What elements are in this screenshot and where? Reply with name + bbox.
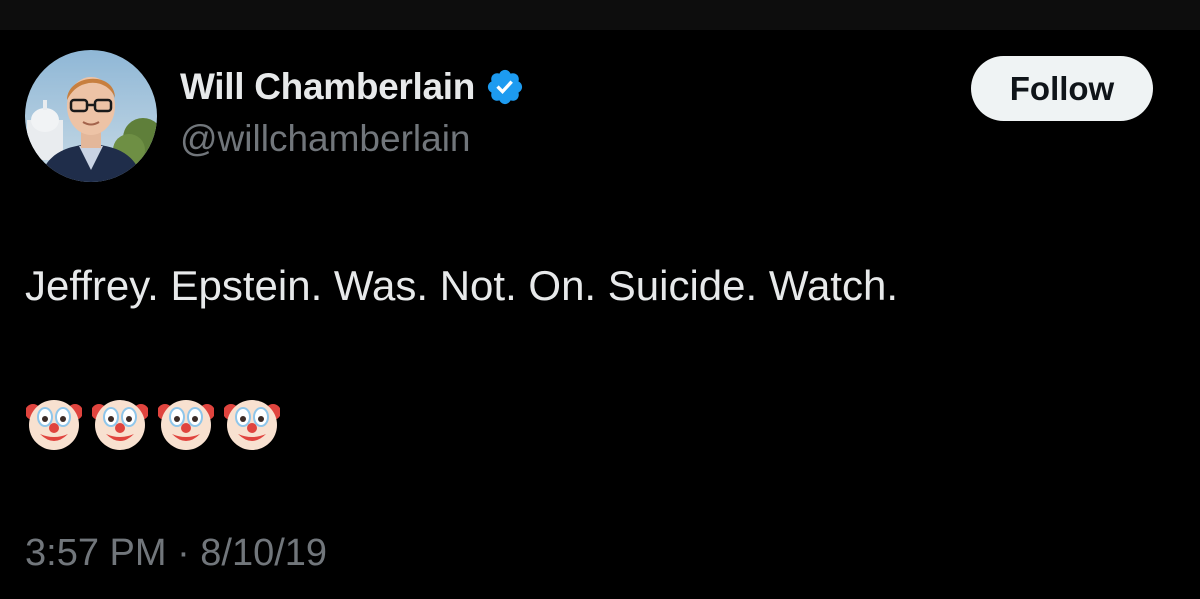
emoji-row	[26, 394, 280, 452]
tweet-timestamp[interactable]: 3:57 PM · 8/10/19	[25, 532, 327, 575]
author-handle[interactable]: @willchamberlain	[180, 118, 471, 160]
verified-badge-icon	[487, 69, 523, 105]
follow-button[interactable]: Follow	[971, 56, 1153, 121]
clown-face-emoji-icon	[26, 400, 82, 450]
profile-photo-icon	[25, 50, 157, 182]
top-band	[0, 0, 1200, 30]
author-display-name[interactable]: Will Chamberlain	[180, 66, 475, 108]
clown-face-emoji-icon	[92, 400, 148, 450]
avatar[interactable]	[25, 50, 157, 182]
clown-face-emoji-icon	[158, 400, 214, 450]
author-name-row[interactable]: Will Chamberlain	[180, 62, 525, 112]
tweet-text: Jeffrey. Epstein. Was. Not. On. Suicide.…	[25, 262, 898, 309]
clown-face-emoji-icon	[224, 400, 280, 450]
